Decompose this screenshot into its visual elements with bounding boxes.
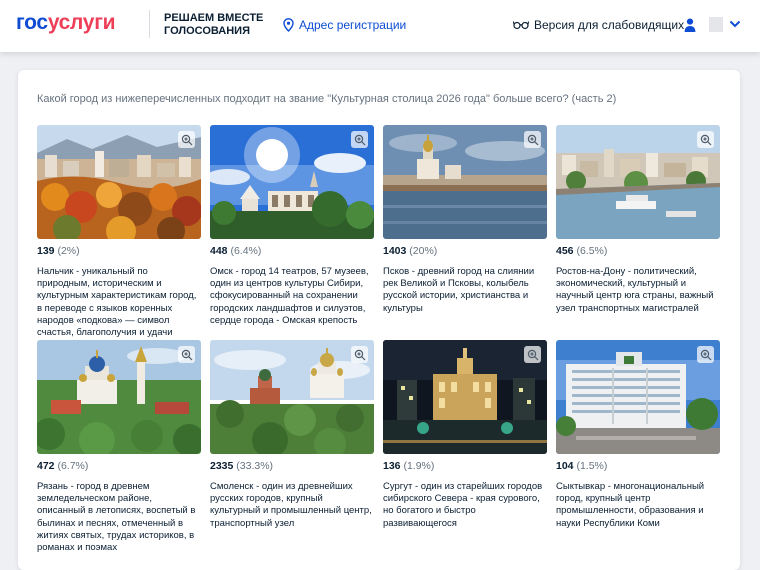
vote-result: 136 (1.9%): [383, 459, 547, 473]
option-description: Нальчик - уникальный по природным, истор…: [37, 266, 197, 339]
vote-percent: (6.7%): [57, 460, 89, 472]
option-description: Рязань - город в древнем земледельческом…: [37, 481, 196, 554]
zoom-button[interactable]: [178, 131, 195, 148]
rostov-photo: [556, 125, 720, 239]
vote-percent: (33.3%): [236, 460, 274, 472]
ryazan-photo: [37, 340, 201, 454]
vote-percent: (1.5%): [576, 460, 608, 472]
option-photo-pskov[interactable]: [383, 125, 547, 239]
vote-count: 448: [210, 245, 228, 257]
zoom-in-icon: [700, 134, 711, 145]
option-photo-smolensk[interactable]: [210, 340, 374, 454]
surgut-photo: [383, 340, 547, 454]
pskov-photo: [383, 125, 547, 239]
vote-result: 472 (6.7%): [37, 459, 201, 473]
option-photo-ryazan[interactable]: [37, 340, 201, 454]
option-photo-nalchik[interactable]: [37, 125, 201, 239]
header-divider: [149, 10, 150, 38]
option-card-smolensk[interactable]: 2335 (33.3%) Смоленск - один из древнейш…: [210, 340, 374, 530]
option-card-omsk[interactable]: 448 (6.4%) Омск - город 14 театров, 57 м…: [210, 125, 374, 327]
user-icon[interactable]: [684, 18, 696, 32]
low-vision-toggle[interactable]: Версия для слабовидящих: [513, 16, 684, 34]
region-link[interactable]: Адрес регистрации: [283, 16, 406, 34]
slogan: Решаем вместе голосования: [164, 12, 263, 38]
option-photo-syktyvkar[interactable]: [556, 340, 720, 454]
slogan-line-2: голосования: [164, 25, 250, 37]
zoom-button[interactable]: [351, 346, 368, 363]
zoom-button[interactable]: [524, 346, 541, 363]
logo-part-gos: гос: [16, 11, 48, 34]
vote-percent: (6.4%): [230, 245, 262, 257]
zoom-in-icon: [354, 134, 365, 145]
avatar[interactable]: [709, 17, 723, 32]
region-link-label: Адрес регистрации: [299, 18, 407, 32]
omsk-photo: [210, 125, 374, 239]
option-card-nalchik[interactable]: 139 (2%) Нальчик - уникальный по природн…: [37, 125, 201, 339]
slogan-line-1: Решаем вместе: [164, 12, 264, 24]
option-photo-omsk[interactable]: [210, 125, 374, 239]
zoom-in-icon: [527, 134, 538, 145]
vote-percent: (6.5%): [576, 245, 608, 257]
logo-part-uslugi: услуги: [47, 11, 116, 34]
zoom-button[interactable]: [697, 131, 714, 148]
vote-result: 139 (2%): [37, 244, 201, 258]
zoom-in-icon: [354, 349, 365, 360]
location-pin-icon: [283, 18, 294, 32]
vote-count: 104: [556, 460, 574, 472]
vote-percent: (20%): [409, 245, 438, 257]
option-card-pskov[interactable]: 1403 (20%) Псков - древний город на слия…: [383, 125, 547, 315]
option-card-syktyvkar[interactable]: 104 (1.5%) Сыктывкар - многонациональный…: [556, 340, 720, 530]
option-description: Псков - древний город на слиянии рек Вел…: [383, 266, 535, 314]
zoom-in-icon: [700, 349, 711, 360]
smolensk-photo: [210, 340, 374, 454]
vote-count: 2335: [210, 460, 234, 472]
vote-count: 1403: [383, 245, 407, 257]
option-photo-rostov[interactable]: [556, 125, 720, 239]
vote-percent: (2%): [57, 245, 80, 257]
option-photo-surgut[interactable]: [383, 340, 547, 454]
option-description: Сыктывкар - многонациональный город, кру…: [556, 481, 705, 529]
vote-result: 2335 (33.3%): [210, 459, 374, 473]
zoom-button[interactable]: [351, 131, 368, 148]
option-card-ryazan[interactable]: 472 (6.7%) Рязань - город в древнем земл…: [37, 340, 201, 554]
option-description: Ростов-на-Дону - политический, экономиче…: [556, 266, 714, 314]
zoom-in-icon: [181, 349, 192, 360]
option-card-surgut[interactable]: 136 (1.9%) Сургут - один из старейших го…: [383, 340, 547, 530]
vote-result: 448 (6.4%): [210, 244, 374, 258]
vote-count: 136: [383, 460, 401, 472]
vote-result: 456 (6.5%): [556, 244, 720, 258]
zoom-button[interactable]: [524, 131, 541, 148]
zoom-in-icon: [181, 134, 192, 145]
gosuslugi-logo[interactable]: госуслуги: [16, 9, 116, 37]
option-description: Сургут - один из старейших городов сибир…: [383, 481, 543, 529]
vote-count: 472: [37, 460, 55, 472]
nalchik-photo: [37, 125, 201, 239]
vote-percent: (1.9%): [403, 460, 435, 472]
option-card-rostov[interactable]: 456 (6.5%) Ростов-на-Дону - политический…: [556, 125, 720, 315]
glasses-icon: [513, 21, 529, 30]
poll-card: Какой город из нижеперечисленных подходи…: [18, 70, 740, 570]
vote-count: 139: [37, 245, 55, 257]
syktyvkar-photo: [556, 340, 720, 454]
zoom-in-icon: [527, 349, 538, 360]
option-description: Смоленск - один из древнейших русских го…: [210, 481, 372, 529]
vote-count: 456: [556, 245, 574, 257]
low-vision-label: Версия для слабовидящих: [534, 18, 685, 32]
vote-result: 1403 (20%): [383, 244, 547, 258]
site-header: госуслуги Решаем вместе голосования Адре…: [0, 0, 760, 52]
zoom-button[interactable]: [697, 346, 714, 363]
question-text: Какой город из нижеперечисленных подходи…: [37, 93, 617, 105]
vote-result: 104 (1.5%): [556, 459, 720, 473]
zoom-button[interactable]: [178, 346, 195, 363]
chevron-down-icon[interactable]: [729, 19, 741, 29]
option-description: Омск - город 14 театров, 57 музеев, один…: [210, 266, 369, 326]
